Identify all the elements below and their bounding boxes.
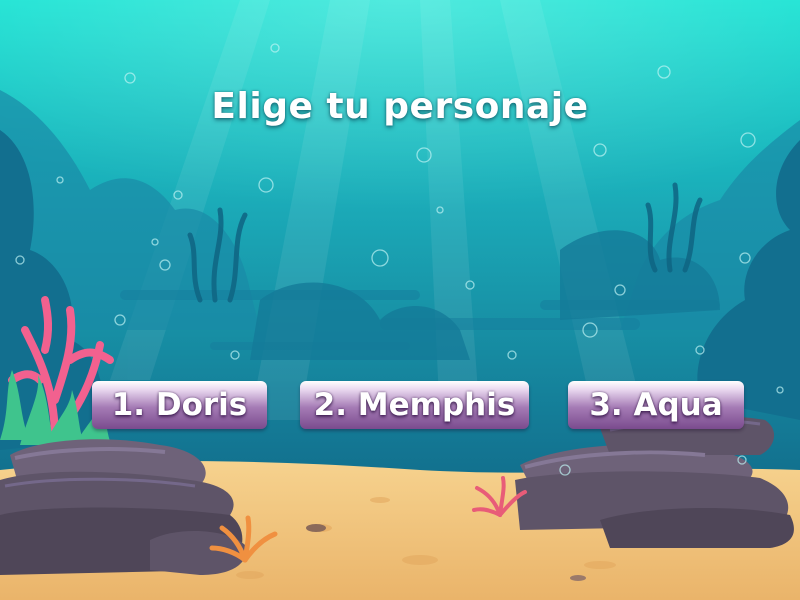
- choice-button-memphis[interactable]: 2. Memphis: [300, 381, 529, 429]
- choice-button-doris[interactable]: 1. Doris: [92, 381, 267, 429]
- page-title: Elige tu personaje: [211, 86, 589, 127]
- underwater-scene: Elige tu personaje 1. Doris 2. Memphis 3…: [0, 0, 800, 600]
- choice-button-aqua[interactable]: 3. Aqua: [568, 381, 744, 429]
